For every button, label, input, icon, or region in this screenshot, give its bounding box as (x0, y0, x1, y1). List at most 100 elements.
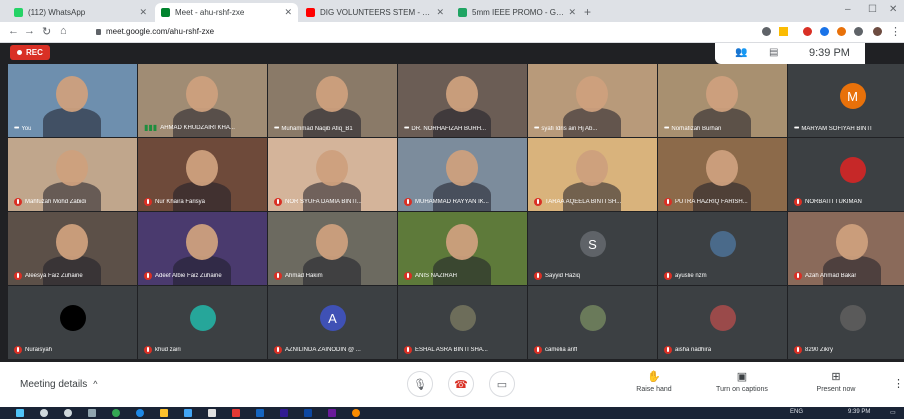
mic-muted-icon (534, 198, 542, 206)
participant-tile[interactable]: A AZNILINDA ZAINODIN @ ... (268, 286, 397, 359)
edge-taskbar-icon[interactable] (136, 409, 144, 417)
mic-muted-icon (274, 272, 282, 280)
participant-name: ayuslie nzm (675, 273, 707, 279)
browser-tab[interactable]: (112) WhatsApp ✕ (8, 3, 153, 22)
participant-tile[interactable]: Azah Ahmad Bakar (788, 212, 904, 285)
url-field[interactable]: meet.google.com/ahu-rshf-zxe (96, 25, 214, 39)
windows-taskbar: ENG 9:39 PM ▭ (0, 407, 904, 419)
participant-tile[interactable]: Ahmad Hakim (268, 212, 397, 285)
close-window-icon[interactable]: ✕ (889, 4, 897, 15)
task-view-icon[interactable] (88, 409, 96, 417)
camera-indicator-icon[interactable] (762, 27, 771, 36)
meeting-details-button[interactable]: Meeting details ^ (20, 379, 98, 390)
participant-name: Muhammad Naqib Afiq_B1 (281, 125, 353, 132)
participant-name-tag: Aleesya Faiz Zuhairie (14, 272, 83, 280)
present-now-button[interactable]: ⊞ Present now (801, 370, 871, 393)
app-icon[interactable] (232, 409, 240, 417)
profile-avatar[interactable] (873, 27, 882, 36)
participant-tile[interactable]: khud zairi (138, 286, 267, 359)
extension-icon[interactable] (803, 27, 812, 36)
leave-call-button[interactable]: ☎ (448, 371, 474, 397)
participant-tile[interactable]: Nur Khaira Farisya (138, 138, 267, 211)
participant-tile[interactable]: 8290 Zikry (788, 286, 904, 359)
browser-menu-icon[interactable]: ⋮ (890, 25, 901, 38)
participant-tile[interactable]: ANIS NAZIRAH (398, 212, 527, 285)
participant-avatar (839, 305, 866, 332)
premiere-icon[interactable] (280, 409, 288, 417)
participant-name: aisha nadhira (675, 347, 712, 353)
extension-icon[interactable] (837, 27, 846, 36)
search-icon[interactable] (40, 409, 48, 417)
extensions-puzzle-icon[interactable] (854, 27, 863, 36)
mic-muted-icon (144, 198, 152, 206)
tab-close-icon[interactable]: ✕ (284, 7, 292, 18)
forward-icon[interactable]: → (24, 25, 35, 37)
windows-start-icon[interactable] (16, 409, 24, 417)
camera-button[interactable]: ▭ (489, 371, 515, 397)
participant-face (446, 150, 478, 186)
participant-tile[interactable]: ••• DR. NORHAFIZAH BURH... (398, 64, 527, 137)
participant-tile[interactable]: ••• syafi Idris ain Hj Ab... (528, 64, 657, 137)
participant-tile[interactable]: Nuraisyah (8, 286, 137, 359)
participant-tile[interactable]: M ••• MARYAM SOFIYAH BINTI (788, 64, 904, 137)
participant-tile[interactable]: ••• You (8, 64, 137, 137)
microphone-button[interactable]: 🎙 (407, 371, 433, 397)
extension-icon[interactable] (820, 27, 829, 36)
participant-body (563, 182, 621, 211)
lightroom-icon[interactable] (328, 409, 336, 417)
participant-tile[interactable]: ▮▮▮ AHMAD KHUDZAIRI KHA... (138, 64, 267, 137)
minimize-icon[interactable]: – (845, 4, 851, 15)
participant-face (56, 150, 88, 186)
participant-tile[interactable]: Aleesya Faiz Zuhairie (8, 212, 137, 285)
tab-close-icon[interactable]: ✕ (436, 7, 444, 18)
chat-icon[interactable]: ▤ (769, 47, 778, 58)
new-tab-button[interactable]: + (584, 5, 591, 19)
participant-tile[interactable]: ••• Norhafizah Burhan (658, 64, 787, 137)
tray-clock[interactable]: 9:39 PM (848, 409, 870, 415)
mail-icon[interactable] (184, 409, 192, 417)
participant-tile[interactable]: TARAA AQEELA BINTI SH... (528, 138, 657, 211)
participant-tile[interactable]: Mahfuzah Mohd Zabidi (8, 138, 137, 211)
participant-tile[interactable]: aisha nadhira (658, 286, 787, 359)
participant-tile[interactable]: NOR SYUFA DAMIA BINTI... (268, 138, 397, 211)
tab-close-icon[interactable]: ✕ (139, 7, 147, 18)
participant-face (446, 76, 478, 112)
back-icon[interactable]: ← (8, 25, 19, 37)
participant-tile[interactable]: NORBAITI TUKIMAN (788, 138, 904, 211)
participant-tile[interactable]: Adeef Albie Faiz Zuhairie (138, 212, 267, 285)
participant-tile[interactable]: ayuslie nzm (658, 212, 787, 285)
maximize-icon[interactable]: ☐ (868, 4, 877, 15)
store-icon[interactable] (208, 409, 216, 417)
tray-language[interactable]: ENG (790, 409, 803, 415)
app-icon[interactable] (352, 409, 360, 417)
participant-tile[interactable]: MUHAMMAD RAYYAN IK... (398, 138, 527, 211)
microphone-icon: 🎙 (413, 378, 427, 391)
participant-tile[interactable]: S Sayyid Haziq (528, 212, 657, 285)
word-icon[interactable] (256, 409, 264, 417)
participant-face (56, 76, 88, 112)
captions-button[interactable]: ▣ Turn on captions (707, 370, 777, 393)
mic-muted-icon (404, 272, 412, 280)
mic-muted-icon (14, 346, 22, 354)
browser-tab[interactable]: DIG VOLUNTEERS STEM - YouTub ✕ (300, 3, 450, 22)
browser-tab[interactable]: Meet - ahu-rshf-zxe ✕ (155, 3, 298, 22)
photoshop-icon[interactable] (304, 409, 312, 417)
file-explorer-icon[interactable] (160, 409, 168, 417)
chrome-taskbar-icon[interactable] (112, 409, 120, 417)
participant-face (576, 76, 608, 112)
reload-icon[interactable]: ↻ (42, 25, 51, 38)
participant-tile[interactable]: PUTRA HAZRIQ FARISH... (658, 138, 787, 211)
cortana-icon[interactable] (64, 409, 72, 417)
participant-name: NOR SYUFA DAMIA BINTI... (285, 199, 362, 205)
raise-hand-button[interactable]: ✋ Raise hand (619, 370, 689, 393)
more-options-icon[interactable]: ⋮ (893, 377, 904, 390)
notification-icon[interactable]: ▭ (890, 409, 896, 416)
browser-tab[interactable]: 5mm IEEE PROMO - Google Dri✕ (452, 3, 582, 22)
participant-tile[interactable]: camelia ariff (528, 286, 657, 359)
participants-icon[interactable]: 👥 (735, 47, 747, 58)
participant-tile[interactable]: ESHAL ASRA BINTI SHA... (398, 286, 527, 359)
home-icon[interactable]: ⌂ (60, 25, 67, 37)
participant-tile[interactable]: ••• Muhammad Naqib Afiq_B1 (268, 64, 397, 137)
tab-close-icon[interactable]: ✕ (568, 7, 576, 18)
bookmark-star-icon[interactable] (779, 27, 788, 36)
